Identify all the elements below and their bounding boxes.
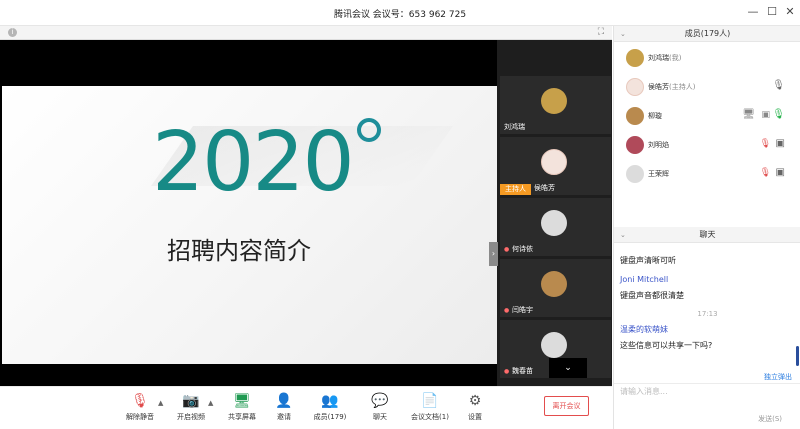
- mic-muted-icon[interactable]: 🎙: [760, 139, 771, 149]
- chat-icon: 💬: [371, 393, 389, 409]
- avatar: [626, 165, 644, 183]
- document-icon: 📄: [421, 393, 439, 409]
- member-row[interactable]: 刘鸿瑞(我): [614, 44, 800, 74]
- host-badge: 主持人: [500, 184, 531, 195]
- mic-on-icon[interactable]: 🎙: [772, 109, 785, 120]
- camera-off-icon: 📷: [182, 393, 200, 409]
- minimize-icon[interactable]: —: [746, 5, 760, 19]
- chat-sender-name[interactable]: Joni Mitchell: [620, 275, 668, 284]
- members-icon: 👥: [321, 393, 339, 409]
- mic-muted-icon: ●: [504, 368, 510, 375]
- video-strip: 刘鸿瑞 主持人 侯皓芳 ● 何诗依 ● 闫皓宇 ● 魏春苗: [500, 76, 611, 382]
- mic-muted-icon[interactable]: 🎙: [760, 168, 771, 178]
- presentation-slide: 2020 招聘内容简介: [2, 86, 497, 364]
- video-options-caret-icon[interactable]: ▲: [208, 399, 213, 407]
- share-screen-button[interactable]: 🖥 共享屏幕: [220, 392, 264, 422]
- video-tile[interactable]: 主持人 侯皓芳: [500, 137, 611, 195]
- video-tile-name: 侯皓芳: [534, 184, 555, 192]
- video-tile[interactable]: ● 何诗依: [500, 198, 611, 256]
- send-button[interactable]: 发送(S): [758, 414, 782, 424]
- unmute-button[interactable]: 🎙 解除静音: [118, 392, 162, 422]
- member-row[interactable]: 刘明焰 🎙 ▣: [614, 131, 800, 161]
- camera-icon[interactable]: ▣: [761, 110, 770, 120]
- collapse-strip-icon[interactable]: ⌄: [549, 358, 587, 378]
- member-row[interactable]: 柳璇 🖥 ▣ 🎙: [614, 102, 800, 132]
- chevron-down-icon[interactable]: ⌄: [620, 26, 626, 42]
- member-name: 柳璇: [648, 112, 662, 120]
- chat-scrollbar[interactable]: [796, 346, 799, 366]
- video-tile-name: ● 何诗依: [504, 245, 533, 253]
- member-name: 刘鸿瑞(我): [648, 54, 682, 62]
- video-tile[interactable]: 刘鸿瑞: [500, 76, 611, 134]
- screen-share-icon: 🖥: [742, 109, 755, 120]
- slide-degree-mark: [357, 118, 381, 142]
- chat-message-text: 键盘声音都很清楚: [620, 291, 684, 300]
- chevron-down-icon[interactable]: ⌄: [620, 227, 626, 243]
- invite-button[interactable]: 👤 邀请: [262, 392, 306, 422]
- settings-button[interactable]: ⚙ 设置: [453, 392, 497, 422]
- video-tile-name: 刘鸿瑞: [504, 123, 525, 131]
- avatar: [541, 149, 567, 175]
- close-icon[interactable]: ✕: [783, 5, 797, 19]
- avatar: [541, 88, 567, 114]
- video-tile[interactable]: ● 闫皓宇: [500, 259, 611, 317]
- avatar: [626, 78, 644, 96]
- slide-next-icon[interactable]: ›: [489, 242, 498, 266]
- chat-input[interactable]: 请输入消息...: [620, 386, 668, 397]
- member-name: 王荣辉: [648, 170, 669, 178]
- stage-top-bar: i ⛶: [0, 26, 612, 40]
- chat-timestamp: 17:13: [697, 310, 718, 318]
- maximize-icon[interactable]: ☐: [765, 5, 779, 19]
- slide-subtitle: 招聘内容简介: [167, 237, 311, 265]
- mic-muted-icon: ●: [504, 307, 510, 314]
- mic-muted-icon: ●: [504, 246, 510, 253]
- leave-meeting-button[interactable]: 离开会议: [544, 396, 589, 416]
- avatar: [626, 136, 644, 154]
- chat-sender-name[interactable]: 温柔的软萌妹: [620, 324, 668, 335]
- member-name: 刘明焰: [648, 141, 669, 149]
- avatar: [541, 332, 567, 358]
- meeting-docs-button[interactable]: 📄 会议文档(1): [408, 392, 452, 422]
- video-tile-name: ● 闫皓宇: [504, 306, 533, 314]
- video-tile-name: ● 魏春苗: [504, 367, 533, 375]
- settings-icon: ⚙: [468, 393, 482, 409]
- chat-message-text: 这些信息可以共享一下吗?: [620, 341, 713, 350]
- avatar: [626, 107, 644, 125]
- chat-message-text: 键盘声清晰可听: [620, 256, 676, 265]
- avatar: [541, 210, 567, 236]
- camera-off-icon[interactable]: ▣: [776, 167, 785, 178]
- chat-divider: [614, 383, 800, 384]
- slide-year: 2020: [152, 115, 355, 210]
- members-header[interactable]: ⌄ 成员(179人): [614, 26, 800, 42]
- camera-off-icon[interactable]: ▣: [776, 138, 785, 149]
- start-video-button[interactable]: 📷 开启视频: [169, 392, 213, 422]
- member-name: 侯皓芳(主持人): [648, 83, 696, 91]
- popout-chat-link[interactable]: 独立弹出: [764, 372, 792, 382]
- invite-icon: 👤: [275, 393, 293, 409]
- side-panel: ⌄ 成员(179人) 刘鸿瑞(我) 侯皓芳(主持人) 🎙 柳璇 🖥 ▣ 🎙 刘明…: [613, 26, 800, 429]
- window-title: 腾讯会议 会议号：653 962 725: [333, 10, 467, 20]
- member-row[interactable]: 王荣辉 🎙 ▣: [614, 160, 800, 190]
- members-button[interactable]: 👥 成员(179): [308, 392, 352, 422]
- fullscreen-icon[interactable]: ⛶: [598, 27, 604, 37]
- chat-button[interactable]: 💬 聊天: [358, 392, 402, 422]
- mic-icon[interactable]: 🎙: [772, 80, 785, 91]
- member-row[interactable]: 侯皓芳(主持人) 🎙: [614, 73, 800, 103]
- avatar: [626, 49, 644, 67]
- share-screen-icon: 🖥: [233, 393, 251, 409]
- mic-muted-icon: 🎙: [131, 393, 149, 409]
- avatar: [541, 271, 567, 297]
- audio-options-caret-icon[interactable]: ▲: [158, 399, 163, 407]
- meeting-toolbar: 🎙 解除静音 ▲ 📷 开启视频 ▲ 🖥 共享屏幕 👤 邀请 👥 成员(179) …: [0, 386, 612, 429]
- title-bar: 腾讯会议 会议号：653 962 725 — ☐ ✕: [0, 0, 800, 26]
- chat-header[interactable]: ⌄ 聊天: [614, 227, 800, 243]
- info-icon[interactable]: i: [8, 28, 17, 37]
